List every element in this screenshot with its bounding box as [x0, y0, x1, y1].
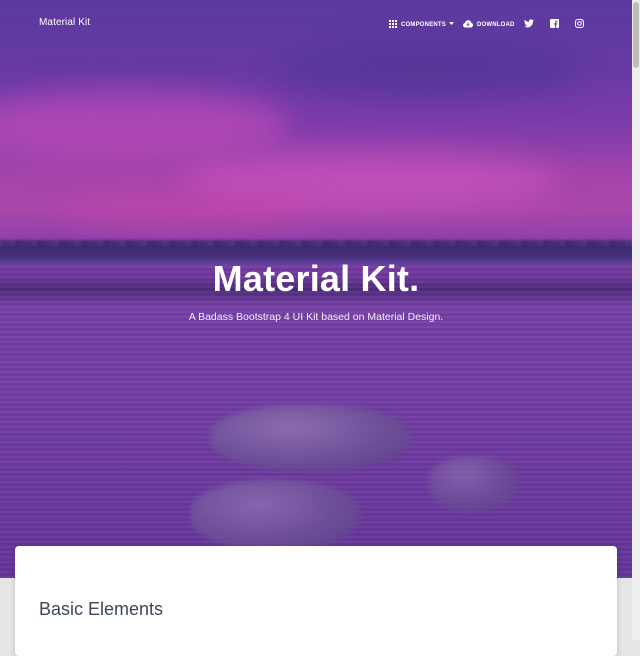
twitter-icon: [524, 18, 534, 30]
instagram-link[interactable]: [575, 18, 584, 30]
brand-link[interactable]: Material Kit: [39, 17, 90, 28]
components-label: COMPONENTS: [401, 22, 447, 28]
components-dropdown[interactable]: COMPONENTS: [389, 19, 455, 31]
rock: [190, 480, 360, 550]
twitter-link[interactable]: [524, 18, 534, 30]
scrollbar-thumb[interactable]: [633, 2, 639, 68]
rock: [428, 456, 518, 511]
page-scrollbar[interactable]: [632, 0, 640, 640]
rock: [210, 405, 410, 470]
section-title: Basic Elements: [39, 599, 164, 619]
hero-subtitle: A Badass Bootstrap 4 UI Kit based on Mat…: [188, 311, 444, 323]
sky-glow: [60, 190, 320, 230]
facebook-link[interactable]: [550, 18, 559, 30]
hero-title: Material Kit.: [212, 258, 420, 299]
instagram-icon: [575, 18, 584, 30]
caret-down-icon: [449, 22, 455, 28]
apps-grid-icon: [389, 20, 397, 30]
cloud-download-icon: [463, 20, 473, 30]
facebook-icon: [550, 18, 559, 30]
navbar: Material Kit COMPONENTS DOWNLOAD: [0, 0, 632, 50]
download-label: DOWNLOAD: [477, 22, 515, 28]
sky-glow: [0, 90, 290, 160]
download-link[interactable]: DOWNLOAD: [463, 19, 515, 31]
